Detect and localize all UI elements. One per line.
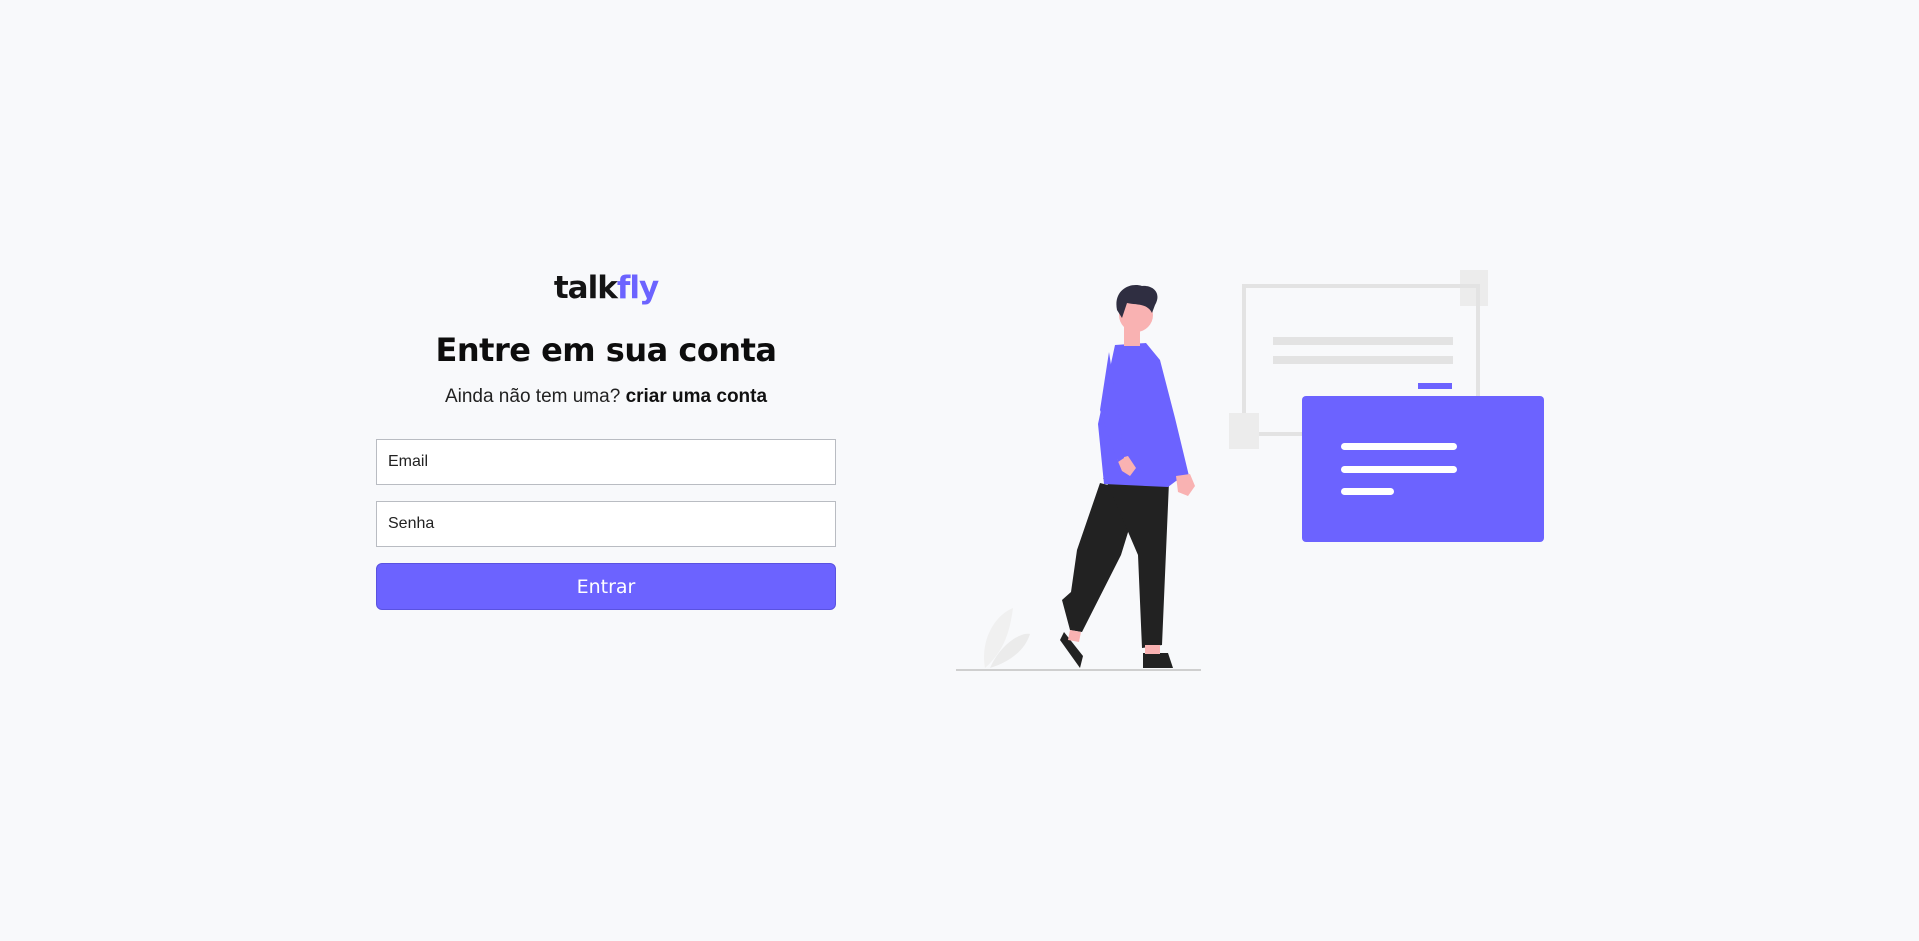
login-form-column: talkfly Entre em sua conta Ainda não tem… (376, 268, 836, 610)
signup-prompt-text: Ainda não tem uma? (444, 386, 626, 407)
brand-logo: talkfly (553, 268, 659, 308)
signup-prompt: Ainda não tem uma? criar uma conta (445, 385, 767, 409)
brand-logo-part2: fly (616, 270, 659, 306)
card-line-2 (1341, 466, 1457, 473)
login-button[interactable]: Entrar (376, 563, 836, 610)
password-field[interactable] (376, 501, 836, 547)
login-page: talkfly Entre em sua conta Ainda não tem… (0, 0, 1919, 941)
person-front-ankle (1145, 645, 1160, 654)
card-line-1 (1341, 443, 1457, 450)
person-right-hand (1176, 474, 1195, 496)
person-back-ankle (1068, 630, 1081, 642)
create-account-link[interactable]: criar uma conta (626, 386, 768, 407)
person-front-shoe (1143, 653, 1173, 668)
brand-logo-part1: talk (553, 270, 618, 306)
bg-square-bottom (1229, 413, 1259, 449)
email-field[interactable] (376, 439, 836, 485)
page-title: Entre em sua conta (435, 331, 777, 369)
bg-doc-line-2 (1273, 356, 1453, 364)
accent-tab (1418, 383, 1452, 389)
card-line-3 (1341, 488, 1394, 495)
bg-doc-line-1 (1273, 337, 1453, 345)
person-walking-with-documents-illustration (956, 270, 1544, 671)
